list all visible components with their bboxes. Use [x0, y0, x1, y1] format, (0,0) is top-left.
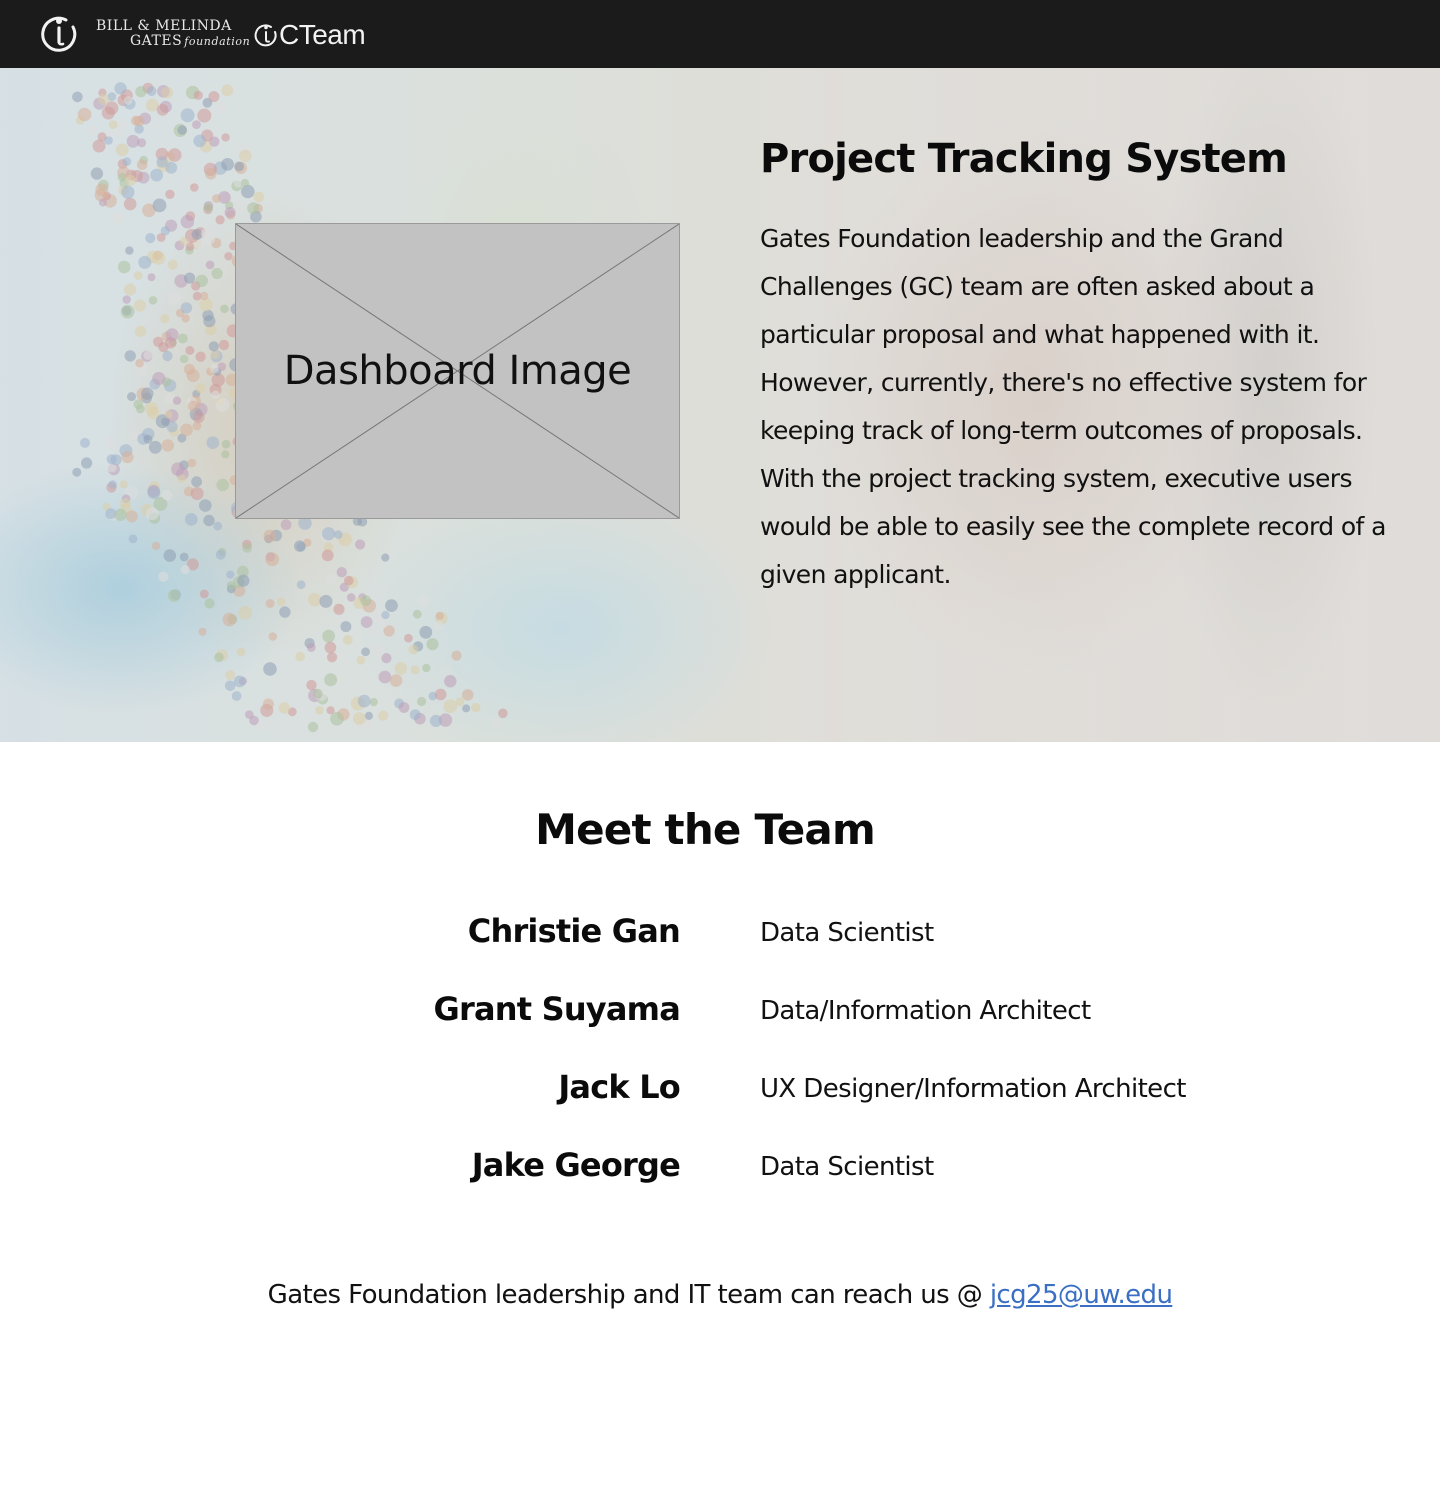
team-member-name: Grant Suyama — [433, 990, 681, 1028]
hero-section: Dashboard Image Project Tracking System … — [0, 68, 1440, 742]
foundation-logo-line1: BILL & MELINDA — [96, 18, 232, 34]
hero-title: Project Tracking System — [760, 136, 1288, 182]
gc-logo-icon[interactable] — [40, 14, 78, 52]
team-member-name: Christie Gan — [467, 912, 681, 950]
team-member-row: Christie Gan Data Scientist — [0, 912, 1440, 962]
dashboard-image-label: Dashboard Image — [283, 348, 632, 394]
contact-email-link[interactable]: jcg25@uw.edu — [990, 1280, 1173, 1310]
contact-line: Gates Foundation leadership and IT team … — [0, 1280, 1440, 1310]
dashboard-image-placeholder: Dashboard Image — [235, 223, 680, 519]
team-member-row: Jake George Data Scientist — [0, 1146, 1440, 1196]
team-member-role: Data Scientist — [760, 918, 934, 948]
team-member-role: Data/Information Architect — [760, 996, 1091, 1026]
team-logo[interactable]: CTeam — [254, 18, 366, 52]
team-member-row: Jack Lo UX Designer/Information Architec… — [0, 1068, 1440, 1118]
team-member-name: Jack Lo — [558, 1068, 680, 1106]
top-navbar: BILL & MELINDA GATES foundation CTeam — [0, 0, 1440, 68]
hero-description: Gates Foundation leadership and the Gran… — [760, 224, 1386, 589]
team-section-title: Meet the Team — [535, 805, 876, 854]
foundation-logo[interactable]: BILL & MELINDA GATES foundation — [96, 18, 250, 50]
foundation-logo-line2: GATES foundation — [130, 33, 251, 49]
contact-text: Gates Foundation leadership and IT team … — [267, 1280, 990, 1310]
team-member-row: Grant Suyama Data/Information Architect — [0, 990, 1440, 1040]
team-logo-text: CTeam — [279, 19, 366, 50]
gc-mini-icon — [254, 24, 277, 47]
team-member-role: UX Designer/Information Architect — [760, 1074, 1186, 1104]
team-member-name: Jake George — [471, 1146, 681, 1184]
team-member-role: Data Scientist — [760, 1152, 934, 1182]
